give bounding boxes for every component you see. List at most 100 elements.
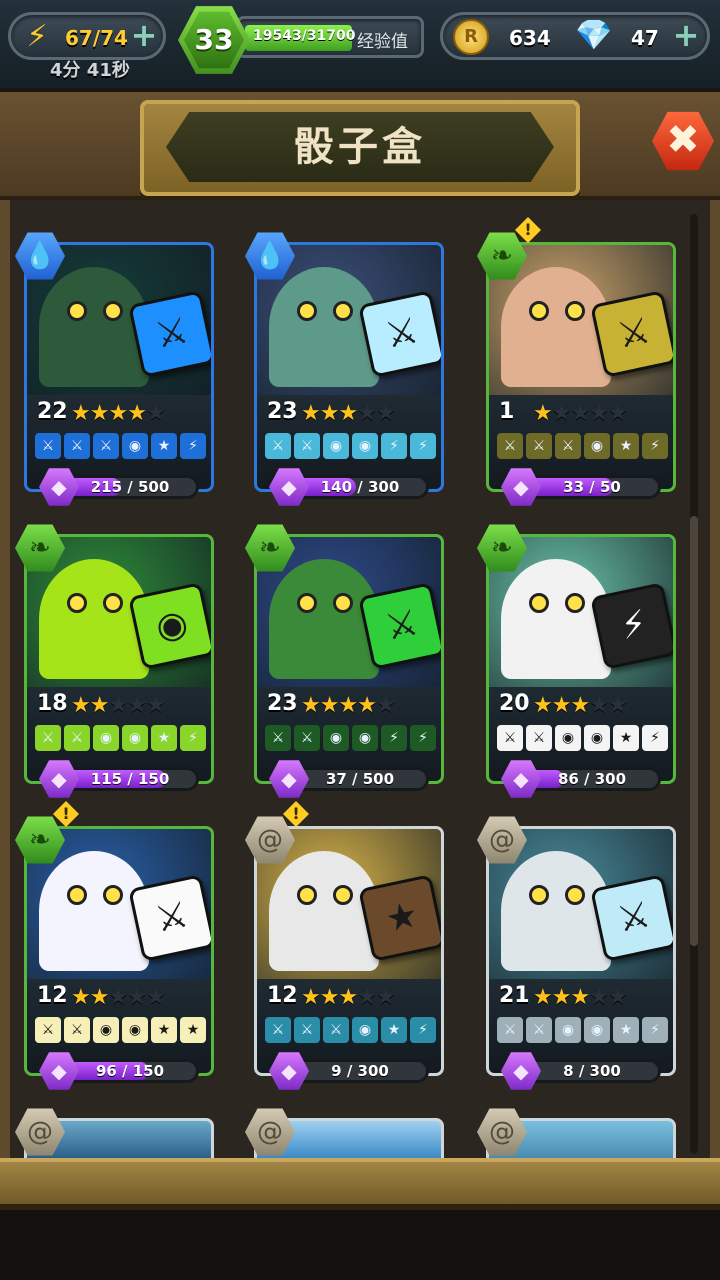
star-icon: ★ <box>127 985 147 1010</box>
dice-icon: ⚡ <box>590 582 673 670</box>
die-face: ◉ <box>122 1017 148 1043</box>
energy-timer: 4分 41秒 <box>50 60 130 81</box>
scrollbar-thumb[interactable] <box>690 516 698 946</box>
star-icon: ★ <box>108 401 128 426</box>
currency-pill[interactable]: R 634 💎 47 + <box>440 12 710 60</box>
die-face: ⚔ <box>526 433 552 459</box>
card-level: 23 <box>267 691 298 716</box>
dice-card[interactable]: ⚔ 23 ★★★★★ ⚔ ⚔ ◉ ◉ ⚡ ⚡ 37 / 500 ◆ ❧ <box>245 524 444 798</box>
die-faces: ⚔ ⚔ ⚔ ◉ ★ ⚡ <box>497 433 669 459</box>
creature-eye <box>297 885 317 905</box>
card-level: 18 <box>37 691 68 716</box>
star-rating: ★★★★★ <box>301 693 396 718</box>
add-energy-icon[interactable]: + <box>129 19 159 51</box>
star-icon: ★ <box>375 693 396 718</box>
creature-eye <box>67 593 87 613</box>
star-icon: ★ <box>71 693 91 718</box>
die-face: ★ <box>613 433 639 459</box>
creature-eye <box>103 301 123 321</box>
die-face: ⚔ <box>35 1017 61 1043</box>
card-level: 23 <box>267 399 298 424</box>
dice-card[interactable]: ⚔ 22 ★★★★★ ⚔ ⚔ ⚔ ◉ ★ ⚡ 215 / 500 ◆ 💧 <box>15 232 214 506</box>
star-icon: ★ <box>319 401 340 426</box>
dice-card[interactable]: ⚔ 23 ★★★★★ ⚔ ⚔ ◉ ◉ ⚡ ⚡ 140 / 300 ◆ 💧 <box>245 232 444 506</box>
die-face: ◉ <box>93 725 119 751</box>
creature-eye <box>565 593 585 613</box>
star-icon: ★ <box>319 693 340 718</box>
star-icon: ★ <box>551 693 572 718</box>
creature-eye <box>67 885 87 905</box>
die-face: ⚔ <box>64 1017 90 1043</box>
star-icon: ★ <box>357 985 377 1010</box>
die-face: ◉ <box>93 1017 119 1043</box>
die-face: ⚔ <box>526 725 552 751</box>
creature-eye <box>67 301 87 321</box>
star-icon: ★ <box>607 401 628 426</box>
die-face: ⚡ <box>642 725 668 751</box>
lightning-icon: ⚡ <box>26 19 48 54</box>
creature-eye <box>529 593 549 613</box>
bottom-bar <box>0 1210 720 1280</box>
star-rating: ★★★★★ <box>71 401 166 426</box>
card-partial[interactable]: @ <box>245 1108 444 1158</box>
dice-icon: ★ <box>358 874 441 962</box>
xp-label: 经验值 <box>357 32 408 52</box>
card-progress: 9 / 300 <box>291 1059 429 1083</box>
gem-value: 47 <box>631 26 659 50</box>
die-face: ★ <box>613 1017 639 1043</box>
card-progress: 33 / 50 <box>523 475 661 499</box>
die-face: ⚔ <box>35 725 61 751</box>
card-partial[interactable]: @ <box>15 1108 214 1158</box>
player-level-badge[interactable]: 33 <box>178 6 250 74</box>
die-face: ⚔ <box>526 1017 552 1043</box>
die-faces: ⚔ ⚔ ◉ ◉ ⚡ ⚡ <box>265 725 437 751</box>
die-face: ★ <box>613 725 639 751</box>
star-icon: ★ <box>589 401 609 426</box>
die-face: ⚔ <box>555 433 581 459</box>
star-rating: ★★★★★ <box>301 985 396 1010</box>
add-currency-icon[interactable]: + <box>671 19 701 51</box>
die-face: ⚔ <box>265 725 291 751</box>
creature-eye <box>565 301 585 321</box>
star-icon: ★ <box>533 401 553 426</box>
die-face: ⚔ <box>497 725 523 751</box>
star-icon: ★ <box>145 401 166 426</box>
creature-eye <box>103 593 123 613</box>
energy-pill[interactable]: ⚡ 67/74 + <box>8 12 166 60</box>
die-face: ⚔ <box>265 433 291 459</box>
dice-icon: ⚔ <box>590 874 673 962</box>
die-face: ◉ <box>584 433 610 459</box>
star-icon: ★ <box>301 401 321 426</box>
die-faces: ⚔ ⚔ ⚔ ◉ ★ ⚡ <box>265 1017 437 1043</box>
die-face: ◉ <box>122 433 148 459</box>
star-rating: ★★★★★ <box>71 693 166 718</box>
creature-eye <box>103 885 123 905</box>
star-rating: ★★★★★ <box>533 985 628 1010</box>
dice-card[interactable]: ⚔ 1 ★★★★★ ⚔ ⚔ ⚔ ◉ ★ ⚡ 33 / 50 ◆ ❧ ! <box>477 217 676 506</box>
creature-eye <box>333 593 353 613</box>
card-partial[interactable]: @ <box>477 1108 676 1158</box>
star-icon: ★ <box>89 985 110 1010</box>
die-faces: ⚔ ⚔ ◉ ◉ ★ ⚡ <box>497 725 669 751</box>
dice-icon: ⚔ <box>128 874 211 962</box>
dice-card[interactable]: ◉ 18 ★★★★★ ⚔ ⚔ ◉ ◉ ★ ⚡ 115 / 150 ◆ ❧ <box>15 524 214 798</box>
dice-card[interactable]: ★ 12 ★★★★★ ⚔ ⚔ ⚔ ◉ ★ ⚡ 9 / 300 ◆ @ ! <box>245 801 444 1090</box>
die-face: ⚔ <box>294 433 320 459</box>
die-faces: ⚔ ⚔ ◉ ◉ ★ ⚡ <box>35 725 207 751</box>
resource-bar: ⚡ 67/74 + 4分 41秒 19543/31700 经验值 33 R 63… <box>0 0 720 88</box>
dice-card[interactable]: ⚡ 20 ★★★★★ ⚔ ⚔ ◉ ◉ ★ ⚡ 86 / 300 ◆ ❧ <box>477 524 676 798</box>
creature-eye <box>529 885 549 905</box>
dice-card[interactable]: ⚔ 12 ★★★★★ ⚔ ⚔ ◉ ◉ ★ ★ 96 / 150 ◆ ❧ ! <box>15 801 214 1090</box>
card-progress: 115 / 150 <box>61 767 199 791</box>
page-title: 骰子盒 <box>166 112 554 182</box>
dice-icon: ⚔ <box>358 582 441 670</box>
progress-text: 140 / 300 <box>320 478 400 496</box>
dice-card[interactable]: ⚔ 21 ★★★★★ ⚔ ⚔ ◉ ◉ ★ ⚡ 8 / 300 ◆ @ <box>477 816 676 1090</box>
die-face: ★ <box>381 1017 407 1043</box>
dice-icon: ⚔ <box>590 290 673 378</box>
die-face: ⚡ <box>180 725 206 751</box>
die-face: ⚡ <box>410 433 436 459</box>
die-face: ★ <box>151 1017 177 1043</box>
star-rating: ★★★★★ <box>71 985 166 1010</box>
die-face: ◉ <box>323 725 349 751</box>
